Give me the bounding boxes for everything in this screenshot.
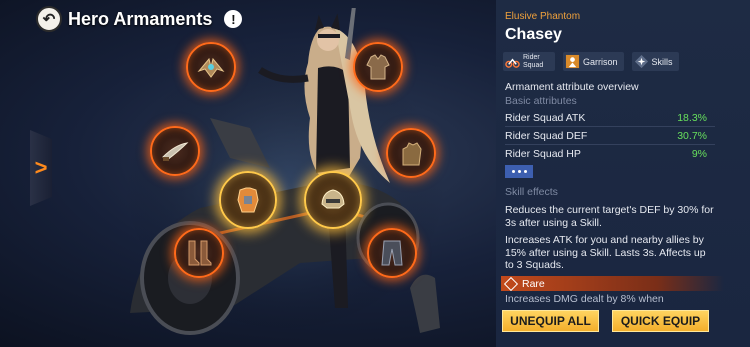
previous-hero-button[interactable]: >: [30, 130, 52, 206]
chest-armor-icon: [237, 187, 259, 213]
garrison-icon: [565, 54, 580, 69]
dot-icon: [523, 170, 527, 173]
basic-attributes-label: Basic attributes: [505, 95, 577, 107]
stat-value: 9%: [691, 148, 707, 160]
gloves-icon: [402, 142, 422, 166]
dot-icon: [511, 170, 515, 173]
stat-value: 18.3%: [677, 112, 707, 124]
wings-icon: [197, 57, 225, 78]
helmet-armament-slot[interactable]: [304, 171, 362, 229]
helmet-icon: [321, 189, 345, 209]
wings-armament-slot[interactable]: [186, 42, 236, 92]
hero-info-panel: Elusive Phantom Chasey Rider Squad Garri…: [496, 0, 750, 347]
more-attributes-button[interactable]: [505, 165, 533, 178]
rare-effect-text: Increases DMG dealt by 8% when: [505, 293, 664, 305]
pants-icon: [381, 240, 403, 266]
stat-label: Rider Squad DEF: [505, 130, 588, 142]
skill-effects-label: Skill effects: [505, 186, 558, 198]
tag-label: Rider Squad: [523, 53, 544, 69]
tag-garrison[interactable]: Garrison: [563, 52, 624, 71]
stat-label: Rider Squad ATK: [505, 112, 586, 124]
boots-armament-slot[interactable]: [174, 228, 224, 278]
stat-row: Rider Squad DEF 30.7%: [505, 130, 707, 142]
gloves-armament-slot[interactable]: [386, 128, 436, 178]
stat-row: Rider Squad ATK 18.3%: [505, 112, 707, 124]
chevron-right-icon: >: [34, 155, 48, 180]
stat-row: Rider Squad HP 9%: [505, 148, 707, 160]
back-button[interactable]: ↶: [36, 6, 62, 32]
chest-armor-armament-slot[interactable]: [219, 171, 277, 229]
unequip-all-button[interactable]: UNEQUIP ALL: [502, 310, 599, 332]
stat-label: Rider Squad HP: [505, 148, 581, 160]
stat-value: 30.7%: [677, 130, 707, 142]
skills-icon: [634, 54, 649, 69]
divider: [505, 126, 715, 127]
quick-equip-button[interactable]: QUICK EQUIP: [612, 310, 709, 332]
skill-effect-text: Increases ATK for you and nearby allies …: [505, 234, 706, 271]
attributes-title: Armament attribute overview: [505, 81, 639, 93]
pants-armament-slot[interactable]: [367, 228, 417, 278]
back-arrow-icon: ↶: [42, 10, 56, 28]
hero-name: Chasey: [505, 26, 562, 43]
skill-effect-text: Reduces the current target's DEF by 30% …: [505, 204, 714, 229]
rarity-bar: Rare: [501, 276, 724, 291]
tag-label: Skills: [651, 56, 673, 67]
motorcycle-icon: [505, 54, 520, 69]
hero-faction: Elusive Phantom: [505, 11, 581, 22]
tag-label: Garrison: [583, 56, 618, 67]
dagger-icon: [162, 142, 189, 161]
jacket-armament-slot[interactable]: [353, 42, 403, 92]
divider: [505, 144, 715, 145]
dagger-armament-slot[interactable]: [150, 126, 200, 176]
rarity-diamond-icon: [503, 276, 519, 291]
tag-skills[interactable]: Skills: [631, 52, 679, 71]
tag-rider-squad[interactable]: Rider Squad: [503, 52, 555, 71]
rarity-label: Rare: [522, 277, 545, 290]
dot-icon: [517, 170, 521, 173]
jacket-icon: [366, 54, 390, 80]
hero-tags: Rider Squad Garrison Skills: [503, 52, 679, 71]
boots-icon: [188, 240, 212, 266]
